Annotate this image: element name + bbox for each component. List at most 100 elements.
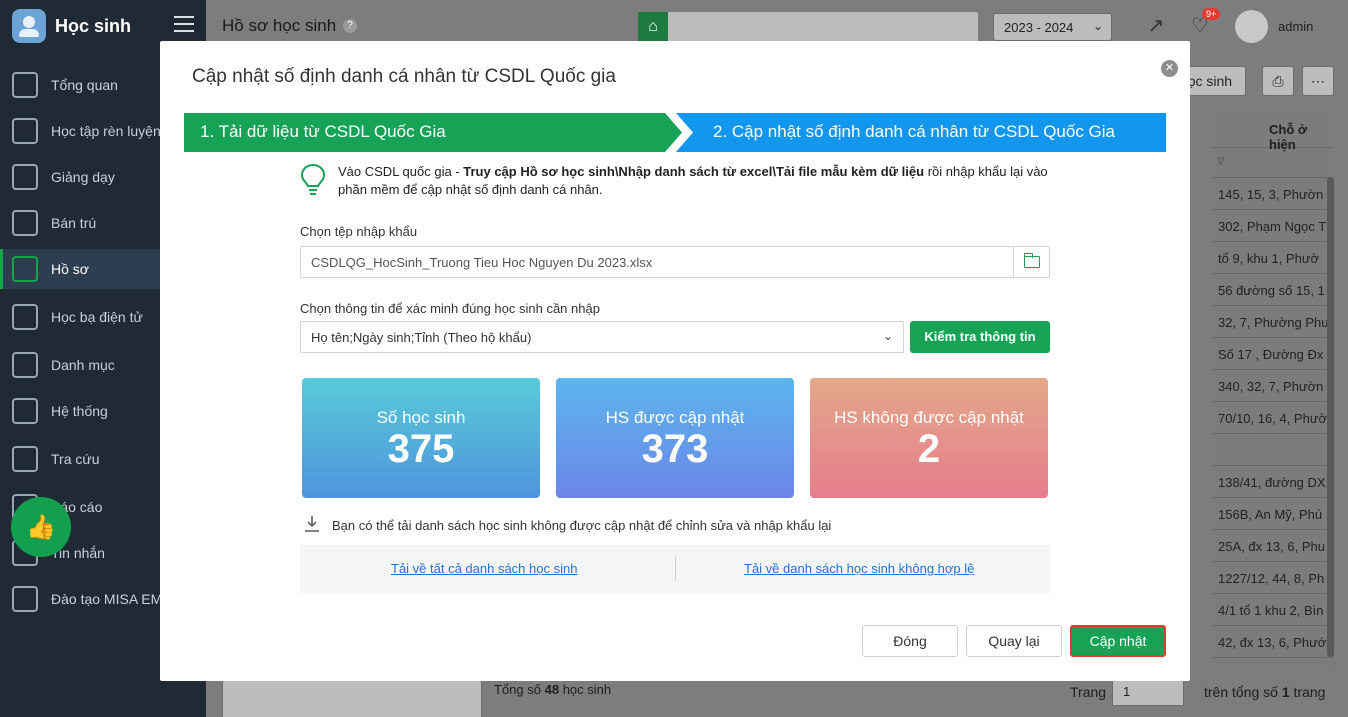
- close-button[interactable]: Đóng: [862, 625, 958, 657]
- download-icon: [305, 516, 319, 532]
- lightbulb-icon: [300, 163, 326, 195]
- avatar[interactable]: [1235, 10, 1268, 43]
- help-icon[interactable]: ?: [343, 19, 357, 33]
- hint-prefix: Vào CSDL quốc gia -: [338, 164, 464, 179]
- sidebar-item-label: Danh mục: [51, 357, 115, 373]
- sidebar-item-label: Hệ thống: [51, 403, 108, 419]
- folder-icon: [1023, 253, 1040, 268]
- stat-value: 2: [917, 427, 941, 471]
- download-invalid-link[interactable]: Tải về danh sách học sinh không hợp lệ: [744, 561, 974, 576]
- table-row: 156B, An Mỹ, Phú: [1212, 498, 1333, 530]
- sidebar-item-label: Tra cứu: [51, 451, 100, 467]
- table-row: 1227/12, 44, 8, Ph: [1212, 562, 1333, 594]
- file-label: Chọn tệp nhập khẩu: [300, 224, 418, 239]
- search-icon: [12, 446, 38, 472]
- stat-value: 375: [387, 427, 455, 471]
- sidebar-item-label: Đào tạo MISA EMIS: [51, 591, 176, 607]
- total-suffix: học sinh: [562, 682, 612, 697]
- stat-value: 373: [641, 427, 709, 471]
- more-options-icon[interactable]: ⋯: [1302, 66, 1334, 96]
- file-input[interactable]: CSDLQG_HocSinh_Truong Tieu Hoc Nguyen Du…: [300, 246, 1050, 278]
- table-row: tổ 9, khu 1, Phườ: [1212, 242, 1333, 274]
- app-title: Học sinh: [55, 15, 132, 36]
- page-total: trên tổng số 1 trang: [1204, 684, 1325, 700]
- document-icon: [12, 256, 38, 282]
- stat-label: HS được cập nhật: [605, 408, 745, 427]
- footer-summary-box: [222, 676, 482, 717]
- verify-value: Họ tên;Ngày sinh;Tỉnh (Theo hộ khẩu): [311, 330, 532, 345]
- total-students: Tổng số 48 học sinh: [494, 682, 611, 697]
- table-row: 42, đx 13, 6, Phướ: [1212, 626, 1333, 658]
- table-row: 340, 32, 7, Phườn: [1212, 370, 1333, 402]
- browse-file-button[interactable]: [1013, 247, 1049, 277]
- sidebar-item-label: Học bạ điện tử: [51, 309, 143, 325]
- stat-card-total: Số học sinh 375: [302, 378, 540, 498]
- board-icon: [12, 164, 38, 190]
- table-row: [1212, 434, 1333, 466]
- column-header: Chỗ ở hiện: [1212, 110, 1333, 152]
- page-total-prefix: trên tổng số: [1204, 684, 1278, 700]
- divider: [675, 557, 676, 581]
- update-button[interactable]: Cập nhật: [1070, 625, 1166, 657]
- download-links: Tải về tất cả danh sách học sinh Tải về …: [300, 545, 1050, 593]
- vertical-scrollbar[interactable]: [1327, 177, 1334, 657]
- download-note: Bạn có thể tải danh sách học sinh không …: [332, 518, 832, 533]
- app-logo-icon: [12, 9, 46, 43]
- table-row: 302, Phạm Ngọc T: [1212, 210, 1333, 242]
- address-column: Chỗ ở hiện ▽ 145, 15, 3, Phườn 302, Phạm…: [1212, 110, 1333, 710]
- table-row: 56 đường số 15, 1: [1212, 274, 1333, 306]
- hint-path: Truy cập Hồ sơ học sinh\Nhập danh sách t…: [463, 164, 925, 179]
- sidebar-item-label: Bán trú: [51, 215, 97, 231]
- sidebar-item-label: Tổng quan: [51, 77, 118, 93]
- analytics-icon[interactable]: ↗: [1142, 12, 1170, 40]
- search-input[interactable]: ⌂: [638, 12, 978, 42]
- report-card-icon: [12, 304, 38, 330]
- step-2: 2. Cập nhật số định danh cá nhân từ CSDL…: [676, 113, 1166, 152]
- chart-bar-icon: [12, 72, 38, 98]
- hamburger-menu-icon[interactable]: [174, 16, 194, 34]
- table-row: 145, 15, 3, Phườn: [1212, 178, 1333, 210]
- feedback-like-button[interactable]: 👍: [11, 497, 71, 557]
- gear-icon: [12, 398, 38, 424]
- stat-card-updated: HS được cập nhật 373: [556, 378, 794, 498]
- filter-icon[interactable]: ▽: [1212, 148, 1333, 178]
- notification-badge: 9+: [1202, 8, 1221, 20]
- table-row: 70/10, 16, 4, Phườ: [1212, 402, 1333, 434]
- sidebar-item-label: Giảng dạy: [51, 169, 115, 185]
- back-button[interactable]: Quay lại: [966, 625, 1062, 657]
- table-row: 25A, đx 13, 6, Phu: [1212, 530, 1333, 562]
- table-row: Số 17 , Đường Đx: [1212, 338, 1333, 370]
- modal-title: Cập nhật số định danh cá nhân từ CSDL Qu…: [192, 66, 616, 87]
- page-title: Hồ sơ học sinh: [222, 16, 337, 35]
- chevron-down-icon: ⌄: [1092, 19, 1103, 33]
- sidebar-item-label: Học tập rèn luyện: [51, 123, 161, 139]
- download-all-link[interactable]: Tải về tất cả danh sách học sinh: [391, 561, 577, 576]
- verify-label: Chọn thông tin để xác minh đúng học sinh…: [300, 301, 600, 316]
- table-row: 4/1 tổ 1 khu 2, Bìn: [1212, 594, 1333, 626]
- stat-label: Số học sinh: [376, 408, 466, 427]
- total-prefix: Tổng số: [494, 682, 541, 697]
- user-name[interactable]: admin: [1278, 19, 1313, 34]
- stat-card-not-updated: HS không được cập nhật 2: [810, 378, 1048, 498]
- thumbs-up-icon: 👍: [26, 513, 56, 541]
- home-icon: [12, 210, 38, 236]
- instruction-text: Vào CSDL quốc gia - Truy cập Hồ sơ học s…: [338, 163, 1068, 199]
- close-icon[interactable]: ✕: [1161, 60, 1178, 77]
- step-1: 1. Tải dữ liệu từ CSDL Quốc Gia: [184, 113, 682, 152]
- sidebar-item-label: Hồ sơ: [51, 261, 89, 277]
- page-total-suffix: trang: [1293, 684, 1326, 700]
- school-year-value: 2023 - 2024: [1004, 20, 1074, 35]
- page-label: Trang: [1070, 684, 1107, 700]
- page-total-count: 1: [1281, 684, 1290, 700]
- file-value: CSDLQG_HocSinh_Truong Tieu Hoc Nguyen Du…: [311, 255, 653, 270]
- verify-criteria-select[interactable]: Họ tên;Ngày sinh;Tỉnh (Theo hộ khẩu) ⌄: [300, 321, 904, 353]
- home-icon[interactable]: ⌂: [638, 12, 668, 42]
- folder-icon: [12, 352, 38, 378]
- check-info-button[interactable]: Kiểm tra thông tin: [910, 321, 1050, 353]
- chevron-down-icon: ⌄: [882, 329, 893, 343]
- box-icon: [12, 586, 38, 612]
- school-year-select[interactable]: 2023 - 2024 ⌄: [993, 13, 1112, 41]
- table-row: 32, 7, Phường Phu: [1212, 306, 1333, 338]
- print-icon[interactable]: ⎙: [1262, 66, 1294, 96]
- table-row: 138/41, đường DX: [1212, 466, 1333, 498]
